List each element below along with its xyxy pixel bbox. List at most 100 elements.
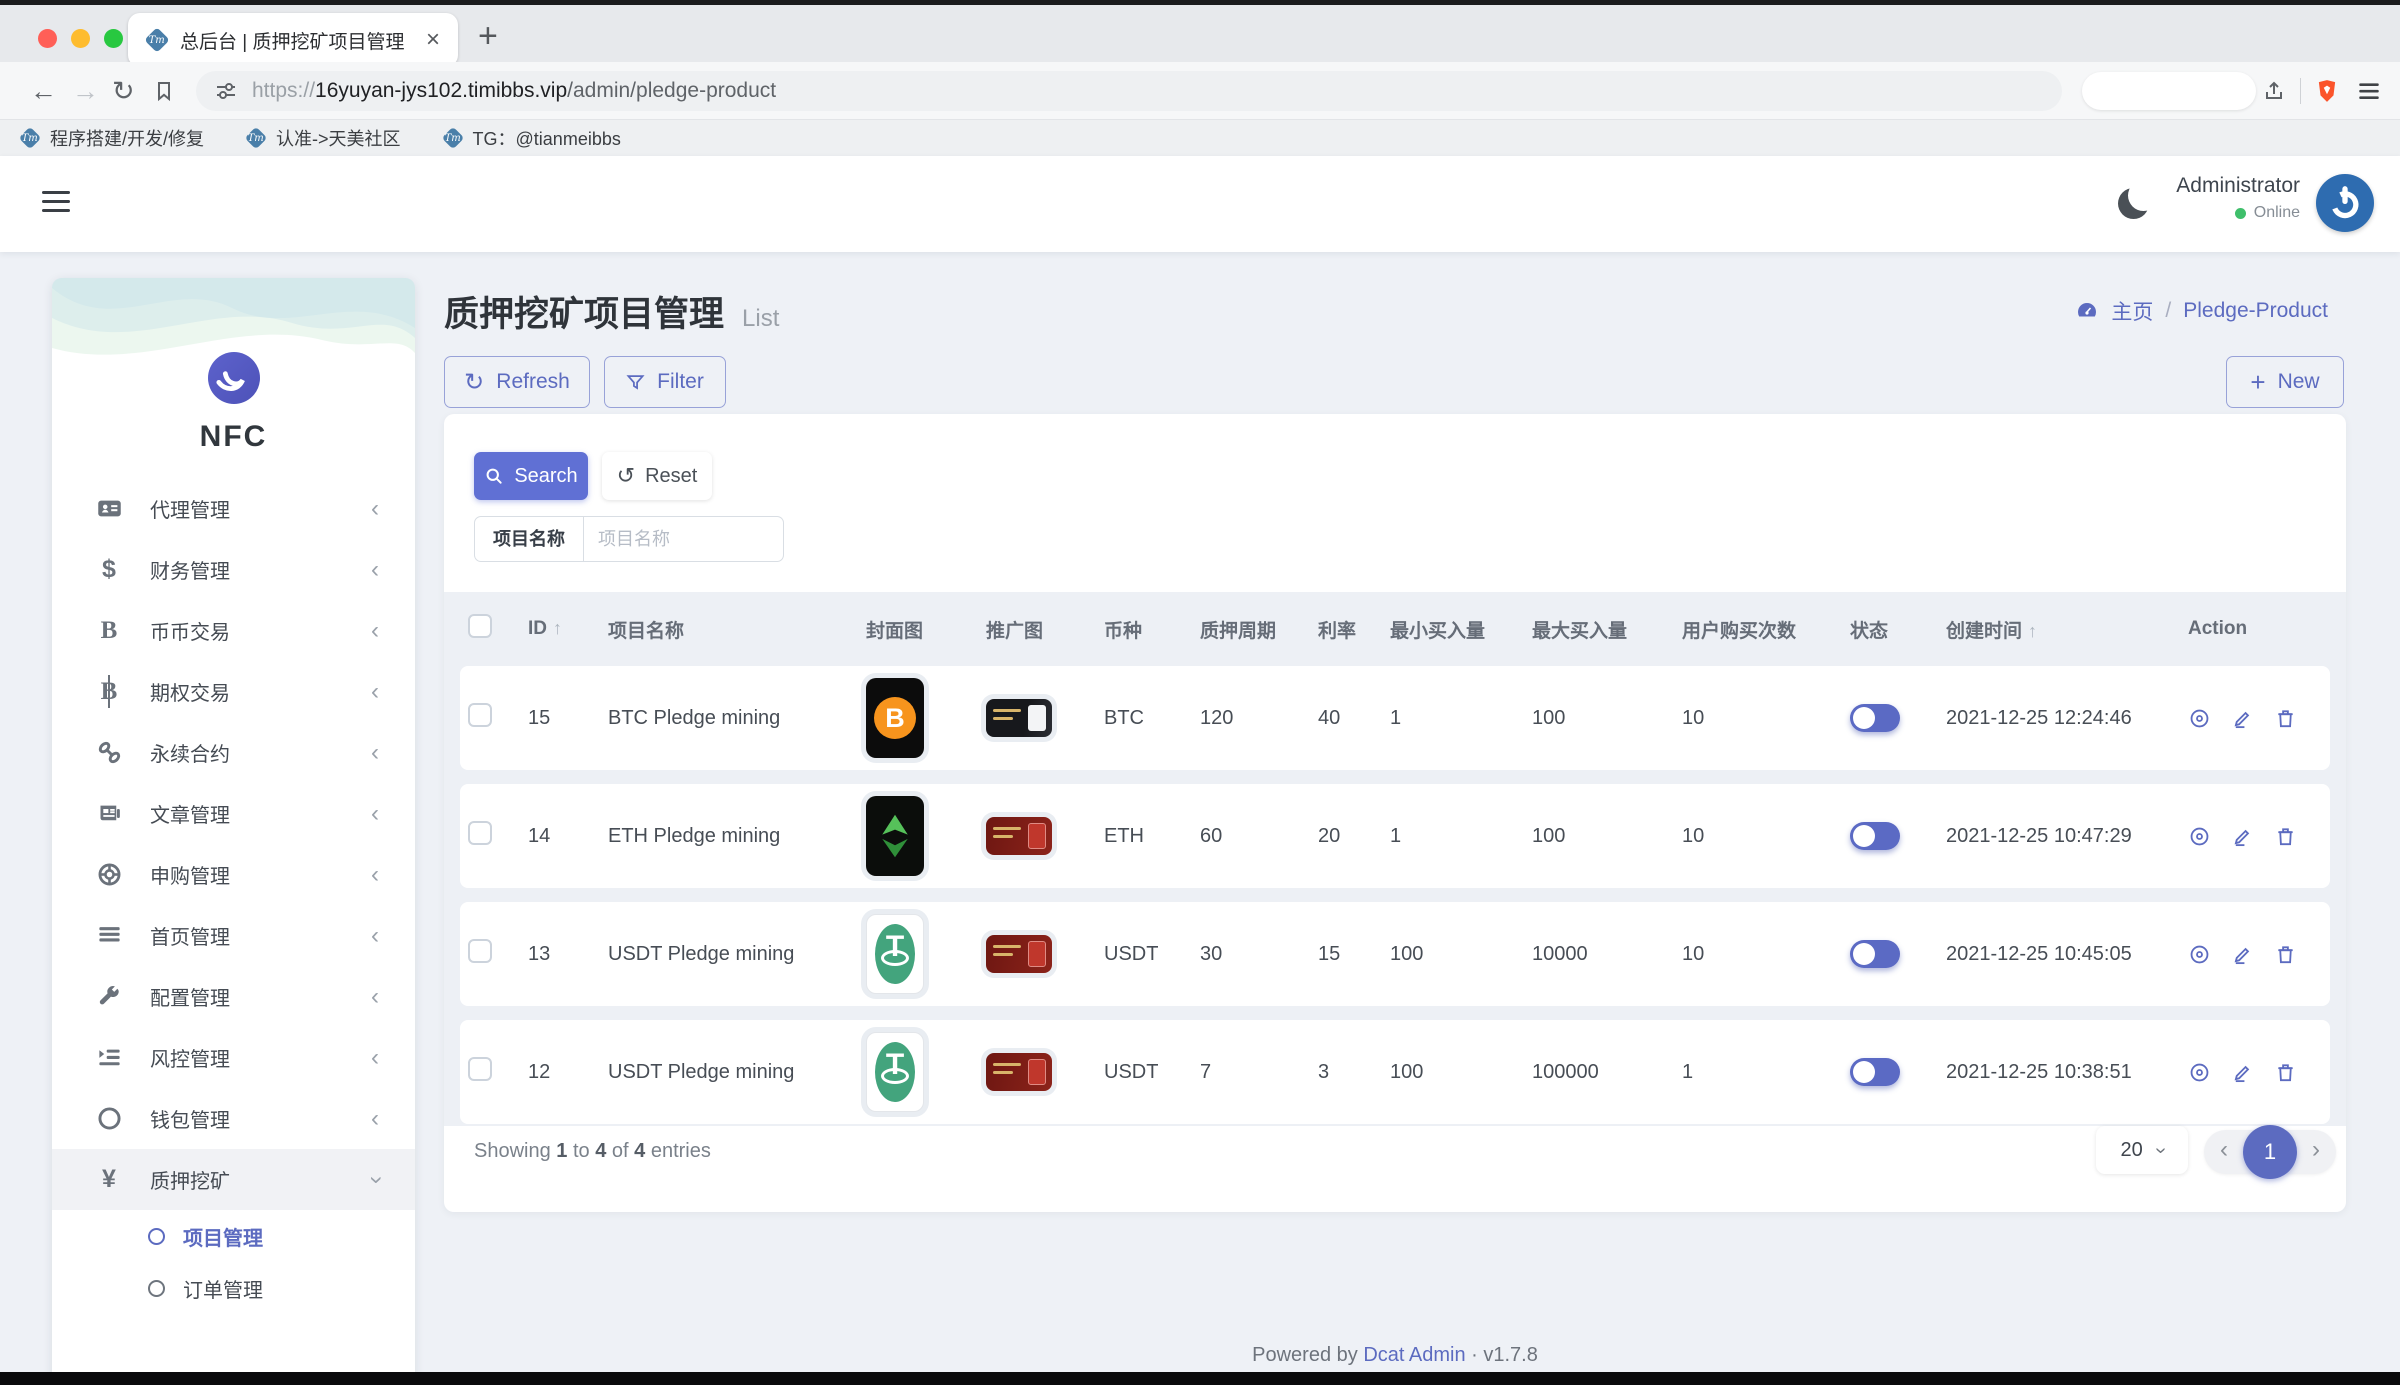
select-all-checkbox[interactable] [468, 614, 492, 638]
bookmarks-bar: Tm 程序搭建/开发/修复 Tm 认准->天美社区 Tm TG：@tianmeibbs [0, 120, 2400, 156]
page-size-select[interactable]: 20 ‹ [2096, 1126, 2188, 1174]
sidebar-item-pledge-mining[interactable]: ¥ 质押挖矿 ‹ [52, 1149, 415, 1210]
maximize-window-button[interactable] [104, 29, 123, 48]
browser-menu-icon[interactable] [2356, 62, 2382, 120]
search-button[interactable]: Search [474, 452, 588, 500]
toolbar-white-pill[interactable] [2082, 72, 2256, 110]
promo-banner-image[interactable] [986, 817, 1052, 855]
promo-banner-image[interactable] [986, 699, 1052, 737]
sidebar-item-subscription[interactable]: 申购管理 ‹ [52, 844, 415, 905]
sidebar-item-wallet[interactable]: 钱包管理 ‹ [52, 1088, 415, 1149]
circle-icon [92, 1105, 126, 1132]
breadcrumb-home[interactable]: 主页 [2111, 296, 2153, 326]
view-icon[interactable] [2188, 825, 2211, 848]
sidebar-item-homepage[interactable]: 首页管理 ‹ [52, 905, 415, 966]
usdt-cover-image[interactable] [866, 1032, 924, 1112]
sort-asc-icon: ↑ [2028, 620, 2038, 641]
list-bars-icon [92, 922, 126, 949]
edit-icon[interactable] [2231, 1061, 2254, 1084]
bookmark-item[interactable]: Tm 认准->天美社区 [244, 125, 401, 151]
pagination: ‹ 1 › [2204, 1125, 2336, 1179]
row-checkbox[interactable] [468, 821, 492, 845]
sidebar-item-finance[interactable]: $ 财务管理 ‹ [52, 539, 415, 600]
sidebar-item-option-trade[interactable]: B 期权交易 ‹ [52, 661, 415, 722]
sidebar: NFC 代理管理 ‹ $ 财务管理 ‹ B 币币交易 ‹ B 期权交易 ‹ 永续合约 ‹ [52, 278, 415, 1385]
view-icon[interactable] [2188, 707, 2211, 730]
status-toggle[interactable] [1850, 704, 1900, 732]
brave-shield-icon[interactable] [2314, 62, 2340, 120]
sidebar-item-risk[interactable]: 风控管理 ‹ [52, 1027, 415, 1088]
delete-icon[interactable] [2274, 1061, 2297, 1084]
entries-summary: Showing 1 to 4 of 4 entries [474, 1140, 711, 1162]
edit-icon[interactable] [2231, 825, 2254, 848]
usdt-cover-image[interactable] [866, 914, 924, 994]
row-checkbox[interactable] [468, 1057, 492, 1081]
table-row: 12 USDT Pledge mining USDT 7 3 100 10000… [460, 1020, 2330, 1124]
col-period: 质押周期 [1200, 620, 1277, 642]
project-name-input[interactable] [584, 516, 784, 562]
sidebar-item-config[interactable]: 配置管理 ‹ [52, 966, 415, 1027]
sidebar-item-perpetual[interactable]: 永续合约 ‹ [52, 722, 415, 783]
view-icon[interactable] [2188, 1061, 2211, 1084]
browser-tab-strip: Tm 总后台 | 质押挖矿项目管理 × + [0, 0, 2400, 67]
sidebar-item-articles[interactable]: 文章管理 ‹ [52, 783, 415, 844]
view-icon[interactable] [2188, 943, 2211, 966]
status-toggle[interactable] [1850, 940, 1900, 968]
bookmark-item[interactable]: Tm TG：@tianmeibbs [441, 125, 621, 151]
tune-icon[interactable] [214, 79, 238, 103]
promo-banner-image[interactable] [986, 935, 1052, 973]
reload-icon[interactable]: ↻ [112, 62, 135, 120]
row-checkbox[interactable] [468, 703, 492, 727]
back-icon[interactable]: ← [30, 62, 57, 120]
window-controls[interactable] [38, 29, 123, 48]
reset-button[interactable]: ↺ Reset [602, 452, 712, 500]
new-tab-button[interactable]: + [478, 17, 498, 55]
forward-icon[interactable]: → [72, 62, 99, 120]
status-toggle[interactable] [1850, 822, 1900, 850]
project-name-filter: 项目名称 [474, 516, 784, 562]
sidebar-item-agent[interactable]: 代理管理 ‹ [52, 478, 415, 539]
eth-cover-image[interactable] [866, 796, 924, 876]
dcat-admin-link[interactable]: Dcat Admin [1363, 1344, 1465, 1366]
table-row: 14 ETH Pledge mining ETH 60 20 1 100 10 … [460, 784, 2330, 888]
sidebar-item-coin-trade[interactable]: B 币币交易 ‹ [52, 600, 415, 661]
filter-button[interactable]: Filter [604, 356, 726, 408]
project-name-label: 项目名称 [474, 516, 584, 562]
next-page-button[interactable]: › [2312, 1136, 2320, 1164]
col-cover: 封面图 [866, 620, 924, 642]
status-toggle[interactable] [1850, 1058, 1900, 1086]
edit-icon[interactable] [2231, 943, 2254, 966]
sidebar-subitem-project-management[interactable]: 项目管理 [52, 1210, 415, 1262]
share-upload-icon[interactable] [2262, 62, 2286, 120]
address-bar[interactable]: https://16yuyan-jys102.timibbs.vip/admin… [196, 71, 2062, 111]
sidebar-toggle-icon[interactable] [42, 191, 70, 218]
close-window-button[interactable] [38, 29, 57, 48]
edit-icon[interactable] [2231, 707, 2254, 730]
avatar[interactable] [2316, 174, 2374, 232]
col-min-buy: 最小买入量 [1390, 620, 1486, 642]
browser-tab[interactable]: Tm 总后台 | 质押挖矿项目管理 × [128, 13, 458, 67]
new-button[interactable]: + New [2226, 356, 2344, 408]
minimize-window-button[interactable] [71, 29, 90, 48]
tab-close-icon[interactable]: × [426, 28, 440, 52]
refresh-button[interactable]: ↻ Refresh [444, 356, 590, 408]
delete-icon[interactable] [2274, 825, 2297, 848]
tm-diamond-icon: Tm [18, 126, 42, 150]
user-box[interactable]: Administrator Online [2176, 174, 2300, 222]
delete-icon[interactable] [2274, 943, 2297, 966]
sidebar-subitem-order-management[interactable]: 订单管理 [52, 1262, 415, 1314]
delete-icon[interactable] [2274, 707, 2297, 730]
prev-page-button[interactable]: ‹ [2220, 1136, 2228, 1164]
tm-diamond-icon: Tm [441, 126, 464, 150]
btc-cover-image[interactable]: B [866, 678, 924, 758]
bookmark-item[interactable]: Tm 程序搭建/开发/修复 [18, 125, 204, 151]
col-created-at[interactable]: 创建时间 ↑ [1938, 606, 2180, 652]
col-id[interactable]: ID ↑ [520, 606, 600, 652]
promo-banner-image[interactable] [986, 1053, 1052, 1091]
col-promo: 推广图 [986, 620, 1044, 642]
row-checkbox[interactable] [468, 939, 492, 963]
browser-toolbar: ← → ↻ https://16yuyan-jys102.timibbs.vip… [0, 62, 2400, 120]
current-page-button[interactable]: 1 [2243, 1125, 2297, 1179]
bookmark-icon[interactable] [152, 62, 176, 120]
dark-mode-moon-icon[interactable] [2118, 188, 2149, 219]
